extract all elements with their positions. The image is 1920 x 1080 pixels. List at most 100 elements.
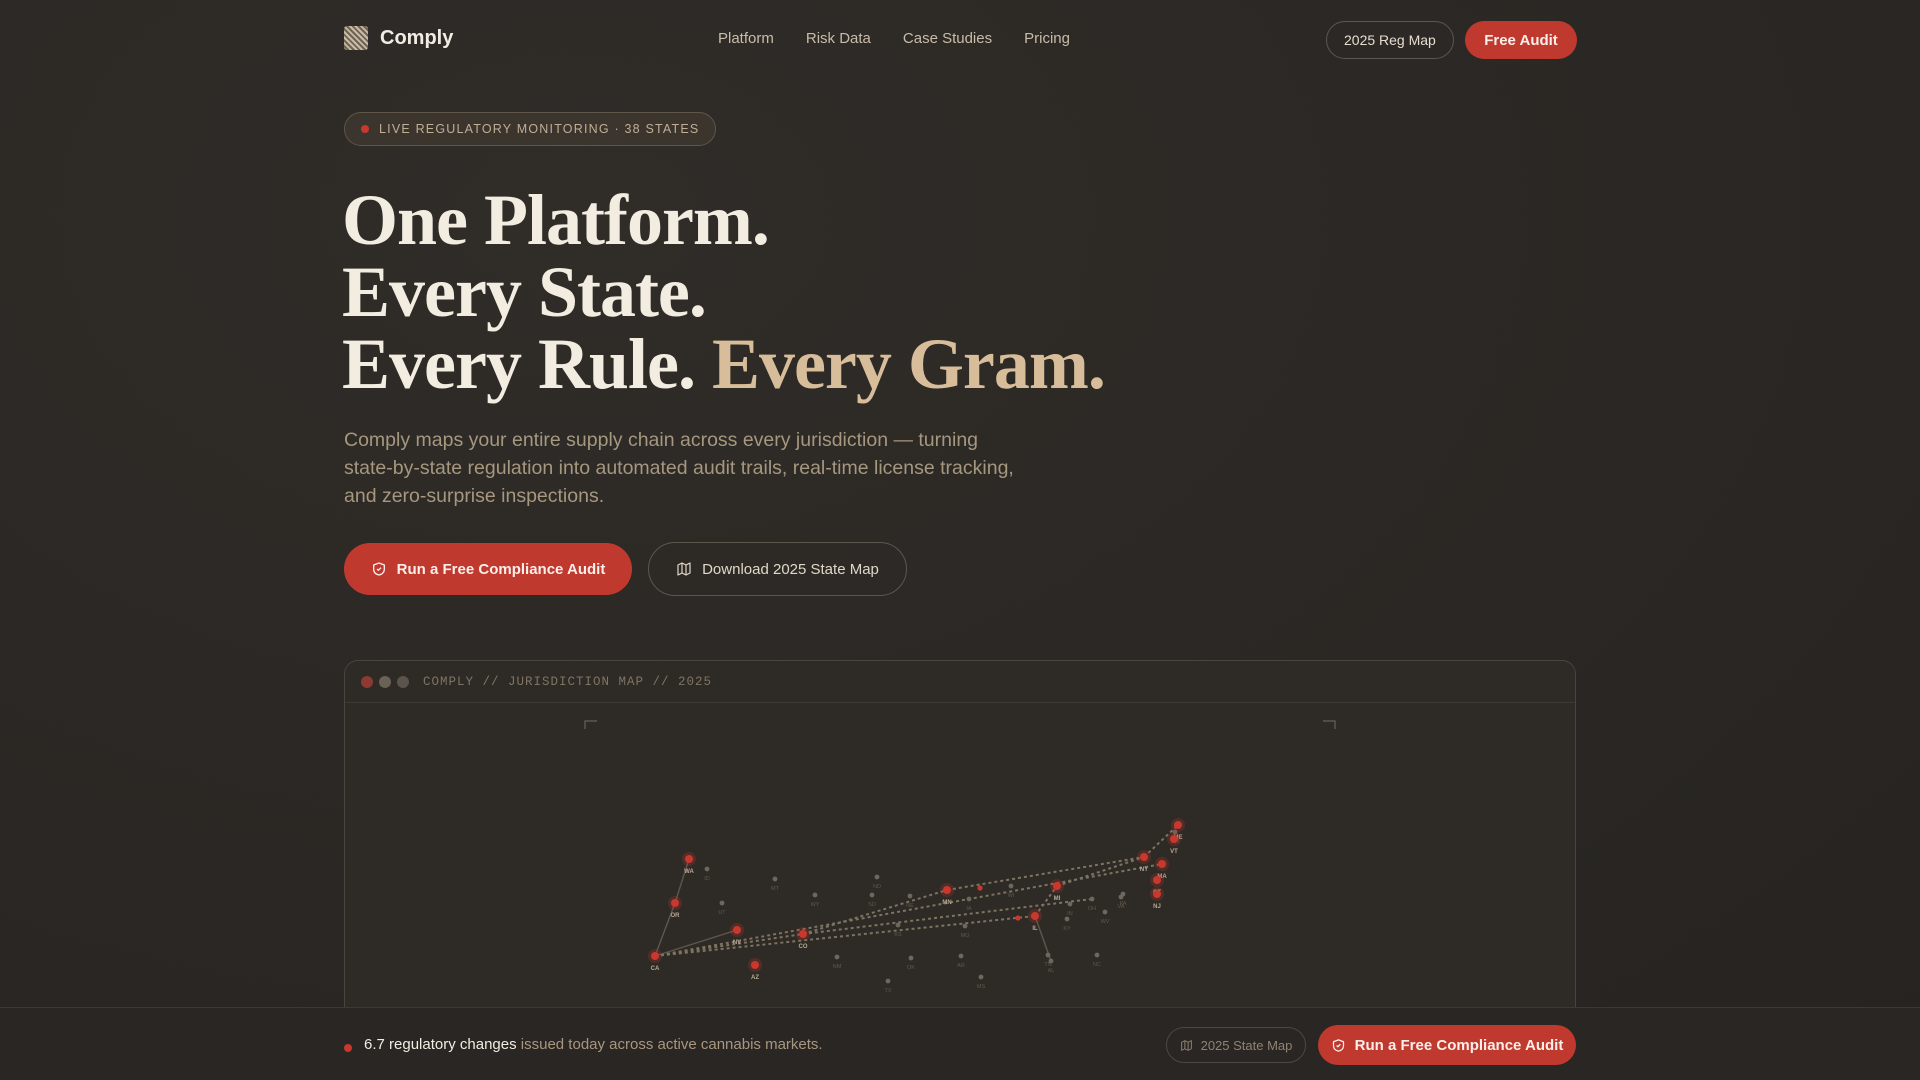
state-node-ky[interactable]	[1064, 916, 1070, 922]
state-node-nd[interactable]	[874, 874, 880, 880]
state-node-nc[interactable]	[1094, 952, 1100, 958]
state-node-vt[interactable]	[1170, 835, 1178, 843]
state-label-nm: NM	[833, 964, 842, 970]
state-node-wi[interactable]	[1008, 883, 1014, 889]
badge-text: LIVE REGULATORY MONITORING · 38 STATES	[379, 122, 700, 136]
live-dot-icon	[344, 1044, 352, 1052]
state-node-ms[interactable]	[978, 974, 984, 980]
state-label-oh: OH	[1088, 906, 1096, 912]
state-node-ks[interactable]	[895, 922, 901, 928]
state-node-wa[interactable]	[685, 855, 693, 863]
free-audit-button[interactable]: Free Audit	[1465, 21, 1577, 59]
state-node-wy[interactable]	[812, 892, 818, 898]
nav-link-case-studies[interactable]: Case Studies	[903, 30, 992, 47]
state-label-nd: ND	[873, 884, 881, 890]
state-node-mo[interactable]	[962, 923, 968, 929]
state-label-in: IN	[1067, 911, 1073, 917]
live-dot-icon	[361, 125, 369, 133]
run-audit-button[interactable]: Run a Free Compliance Audit	[344, 543, 632, 595]
headline-line-2: Every State.	[342, 252, 707, 332]
state-label-nc: NC	[1093, 962, 1101, 968]
state-node-ma[interactable]	[1158, 860, 1166, 868]
state-node-in[interactable]	[1067, 901, 1073, 907]
state-node-ok[interactable]	[908, 955, 914, 961]
state-label-mo: MO	[961, 933, 971, 939]
map-link-ca-co	[654, 933, 804, 957]
map-icon	[1180, 1039, 1193, 1052]
state-node-tx[interactable]	[885, 978, 891, 984]
state-node-id[interactable]	[704, 866, 710, 872]
state-node-oh[interactable]	[1089, 896, 1095, 902]
state-label-id: ID	[704, 876, 710, 882]
state-node-ut[interactable]	[719, 900, 725, 906]
state-node-wv[interactable]	[1102, 909, 1108, 915]
state-node-co[interactable]	[799, 930, 807, 938]
bottom-run-audit-button[interactable]: Run a Free Compliance Audit	[1318, 1025, 1576, 1065]
link-marker-1	[1015, 915, 1021, 921]
state-label-sd: SD	[868, 902, 876, 908]
map-link-ca-nv	[654, 929, 738, 957]
brand-logo[interactable]: Comply	[344, 26, 453, 50]
state-label-nj: NJ	[1153, 904, 1161, 910]
headline-line-1: One Platform.	[342, 180, 770, 260]
state-node-mi[interactable]	[1053, 882, 1061, 890]
regulatory-changes-text: 6.7 regulatory changes issued today acro…	[364, 1036, 823, 1053]
state-node-nm[interactable]	[834, 954, 840, 960]
map-link-ca-or	[654, 902, 676, 957]
download-map-button[interactable]: Download 2025 State Map	[648, 542, 907, 596]
state-node-or[interactable]	[671, 899, 679, 907]
state-label-ut: UT	[718, 910, 726, 916]
map-link-ca-ma	[654, 863, 1163, 957]
bottom-run-audit-label: Run a Free Compliance Audit	[1354, 1036, 1564, 1054]
state-node-az[interactable]	[751, 961, 759, 969]
link-marker-0	[977, 885, 983, 891]
headline-line-3b: Every Gram.	[711, 324, 1106, 404]
state-node-mn[interactable]	[943, 886, 951, 894]
state-node-mt[interactable]	[772, 876, 778, 882]
state-node-ny[interactable]	[1140, 853, 1148, 861]
hero-headline: One Platform. Every State. Every Rule. E…	[342, 184, 1106, 400]
nav-links: Platform Risk Data Case Studies Pricing	[718, 30, 1070, 47]
state-node-me[interactable]	[1174, 821, 1182, 829]
brand-name: Comply	[380, 26, 454, 49]
map-corner-tl	[584, 720, 597, 729]
state-label-ne: NE	[906, 903, 914, 909]
state-label-ms: MS	[977, 984, 986, 990]
state-label-az: AZ	[751, 975, 759, 981]
nav-link-platform[interactable]: Platform	[718, 30, 774, 47]
hero-subtext: Comply maps your entire supply chain acr…	[344, 429, 1014, 507]
state-node-al[interactable]	[1048, 958, 1054, 964]
state-label-mi: MI	[1054, 896, 1061, 902]
state-label-mn: MN	[942, 900, 951, 906]
state-label-vt: VT	[1170, 849, 1178, 855]
state-map-button[interactable]: 2025 State Map	[1166, 1027, 1306, 1063]
state-node-nj[interactable]	[1153, 890, 1161, 898]
state-node-nv[interactable]	[733, 926, 741, 934]
state-node-ar[interactable]	[958, 953, 964, 959]
state-label-ky: KY	[1063, 926, 1071, 932]
regulatory-changes-count: 6.7 regulatory changes	[364, 1036, 517, 1053]
state-label-va: VA	[1118, 904, 1125, 910]
state-node-va[interactable]	[1118, 894, 1124, 900]
nav-link-risk-data[interactable]: Risk Data	[806, 30, 871, 47]
state-label-co: CO	[799, 944, 808, 950]
state-label-wa: WA	[684, 869, 694, 875]
shield-icon	[371, 561, 387, 577]
state-node-il[interactable]	[1031, 912, 1039, 920]
state-node-ca[interactable]	[651, 952, 659, 960]
state-node-ne[interactable]	[907, 893, 913, 899]
state-label-ar: AR	[957, 963, 965, 969]
top-nav: Comply Platform Risk Data Case Studies P…	[0, 0, 1920, 80]
state-node-ia[interactable]	[966, 896, 972, 902]
state-node-ct[interactable]	[1153, 876, 1161, 884]
state-label-ny: NY	[1140, 867, 1148, 873]
state-label-ca: CA	[651, 966, 660, 972]
state-node-tn[interactable]	[1045, 952, 1051, 958]
state-map-label: 2025 State Map	[1200, 1037, 1293, 1053]
state-node-sd[interactable]	[869, 892, 875, 898]
nav-link-pricing[interactable]: Pricing	[1024, 30, 1070, 47]
download-map-label: Download 2025 State Map	[702, 560, 879, 578]
regulatory-changes-suffix: issued today across active cannabis mark…	[516, 1036, 823, 1053]
reg-map-button[interactable]: 2025 Reg Map	[1326, 21, 1454, 59]
state-label-wv: WV	[1101, 919, 1110, 925]
